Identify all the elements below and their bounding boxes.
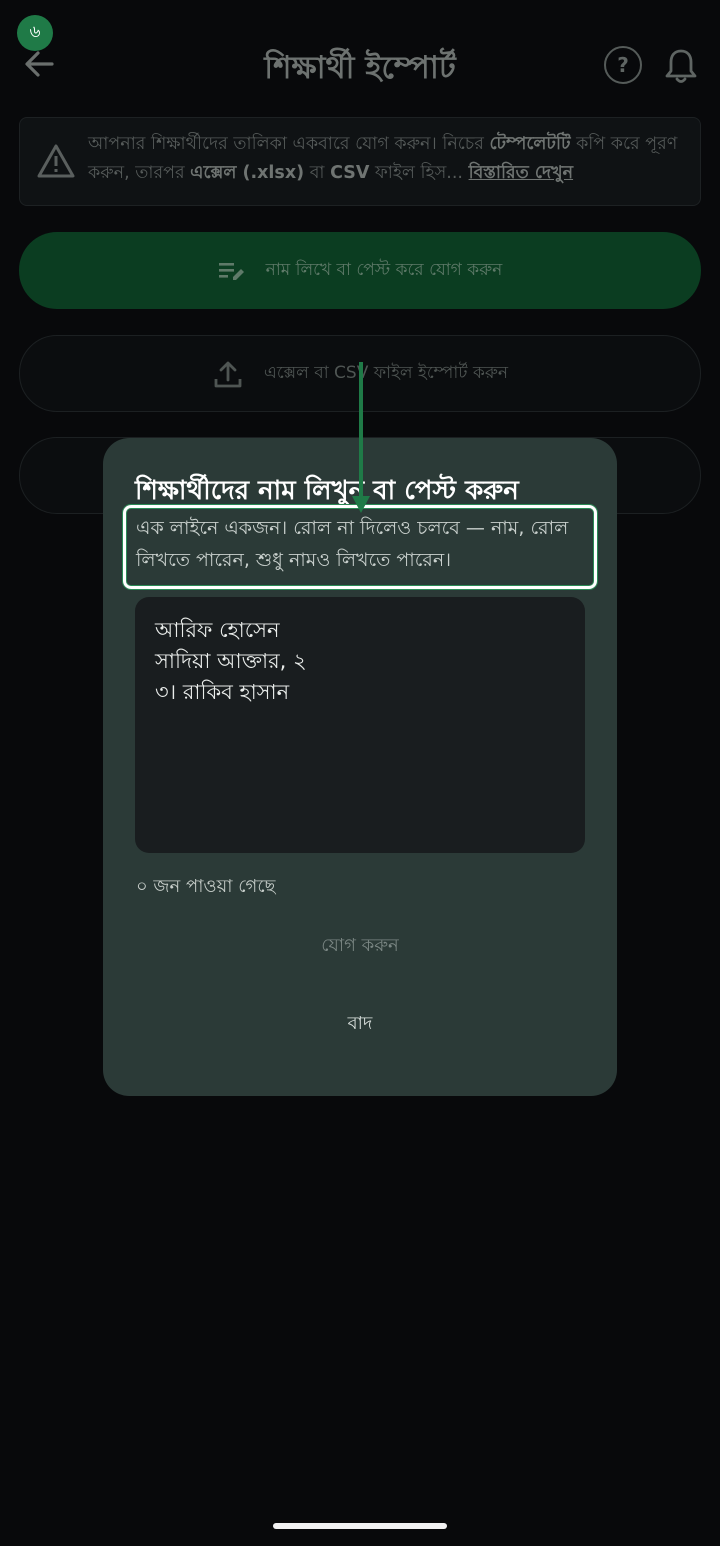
edit-list-icon: [218, 262, 244, 280]
cancel-button[interactable]: বাদ: [280, 1006, 440, 1042]
dialog-hint: এক লাইনে একজন। রোল না দিলেও চলবে — নাম, …: [136, 517, 569, 571]
write-names-button[interactable]: নাম লিখে বা পেস্ট করে যোগ করুন: [19, 232, 701, 309]
info-text-part: ফাইল হিস...: [369, 163, 469, 183]
names-input[interactable]: [135, 597, 585, 853]
see-details-link[interactable]: বিস্তারিত দেখুন: [469, 163, 574, 183]
add-names-dialog: শিক্ষার্থীদের নাম লিখুন বা পেস্ট করুন এক…: [103, 438, 617, 1096]
info-template-bold: টেম্পলেটটি: [489, 134, 571, 154]
notification-button[interactable]: [663, 46, 699, 86]
info-text-part: আপনার শিক্ষার্থীদের তালিকা একবারে যোগ কর…: [88, 134, 490, 154]
bell-icon: [665, 49, 697, 83]
step-badge: ৬: [17, 15, 53, 51]
info-banner: আপনার শিক্ষার্থীদের তালিকা একবারে যোগ কর…: [19, 117, 701, 206]
info-csv-bold: CSV: [330, 163, 370, 183]
help-icon: ?: [617, 53, 629, 77]
pointer-arrow-icon: [352, 362, 370, 513]
found-count: ০ জন পাওয়া গেছে: [136, 876, 276, 897]
help-button[interactable]: ?: [604, 46, 642, 84]
home-indicator[interactable]: [273, 1523, 447, 1529]
upload-icon: [214, 361, 242, 387]
info-excel-bold: এক্সেল (.xlsx): [190, 163, 305, 183]
warning-icon: [37, 144, 75, 178]
info-text-part: বা: [304, 163, 331, 183]
import-file-label: এক্সেল বা CSV ফাইল ইম্পোর্ট করুন: [263, 362, 509, 383]
info-text: আপনার শিক্ষার্থীদের তালিকা একবারে যোগ কর…: [88, 130, 686, 188]
write-names-label: নাম লিখে বা পেস্ট করে যোগ করুন: [265, 259, 503, 280]
add-button[interactable]: যোগ করুন: [260, 928, 460, 964]
